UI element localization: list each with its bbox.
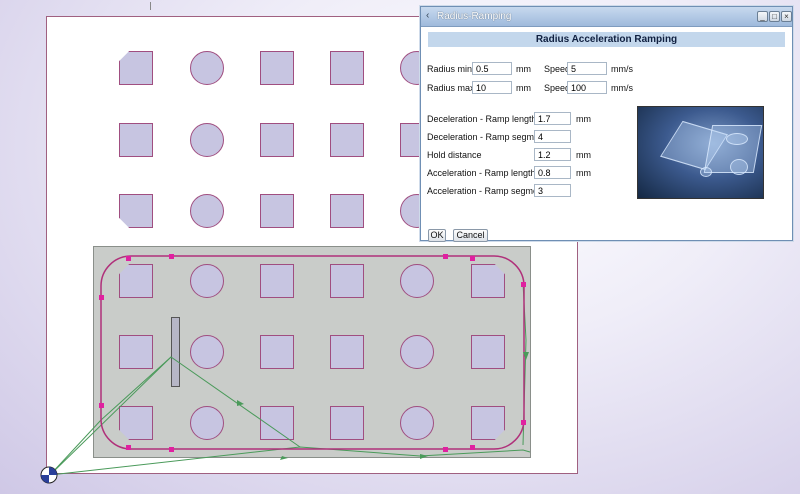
decel-segments-input[interactable] [534, 130, 571, 143]
direction-arrows [237, 352, 529, 460]
rounded-contour [100, 255, 525, 450]
hold-distance-label: Hold distance [427, 150, 482, 160]
dialog-title: Radius-Ramping [437, 11, 512, 22]
speed-1-input[interactable] [567, 62, 607, 75]
radius-max-unit: mm [516, 83, 531, 93]
decel-length-label: Deceleration - Ramp length [427, 114, 537, 124]
radius-min-input[interactable] [472, 62, 512, 75]
cancel-button[interactable]: Cancel [453, 229, 488, 242]
dialog-heading: Radius Acceleration Ramping [535, 34, 678, 45]
toolpath-lines [49, 282, 531, 476]
accel-length-unit: mm [576, 168, 591, 178]
contour-handle [470, 256, 475, 261]
glass-disc [730, 159, 748, 175]
contour-handle [99, 295, 104, 300]
minimize-icon[interactable]: _ [757, 11, 768, 22]
contour-handles [99, 254, 526, 452]
contour-handle [443, 447, 448, 452]
hold-distance-unit: mm [576, 150, 591, 160]
dialog-titlebar[interactable]: ‹ Radius-Ramping _ □ × [421, 7, 792, 27]
maximize-icon[interactable]: □ [769, 11, 780, 22]
ok-button[interactable]: OK [428, 229, 446, 242]
radius-max-label: Radius max. [427, 83, 478, 93]
decel-length-unit: mm [576, 114, 591, 124]
accel-length-input[interactable] [534, 166, 571, 179]
glass-disc [700, 167, 712, 177]
contour-handle [521, 420, 526, 425]
dialog-icon: ‹ [426, 10, 430, 21]
contour-handle [443, 254, 448, 259]
hold-distance-input[interactable] [534, 148, 571, 161]
origin-icon[interactable] [40, 466, 58, 484]
contour-handle [126, 256, 131, 261]
accel-segments-input[interactable] [534, 184, 571, 197]
preview-image [637, 106, 764, 199]
dialog-header: Radius Acceleration Ramping [428, 32, 785, 47]
decel-segments-label: Deceleration - Ramp segments [427, 132, 552, 142]
radius-min-label: Radius min. [427, 64, 475, 74]
accel-length-label: Acceleration - Ramp length [427, 168, 536, 178]
contour-handle [470, 445, 475, 450]
decel-length-input[interactable] [534, 112, 571, 125]
contour-handle [521, 282, 526, 287]
radius-max-input[interactable] [472, 81, 512, 94]
speed-1-unit: mm/s [611, 64, 633, 74]
radius-min-unit: mm [516, 64, 531, 74]
contour-handle [126, 445, 131, 450]
contour-handle [99, 403, 104, 408]
contour-handle [169, 254, 174, 259]
close-icon[interactable]: × [781, 11, 792, 22]
accel-segments-label: Acceleration - Ramp segments [427, 186, 551, 196]
speed-2-input[interactable] [567, 81, 607, 94]
contour-handle [169, 447, 174, 452]
glass-disc [726, 133, 748, 145]
speed-2-unit: mm/s [611, 83, 633, 93]
